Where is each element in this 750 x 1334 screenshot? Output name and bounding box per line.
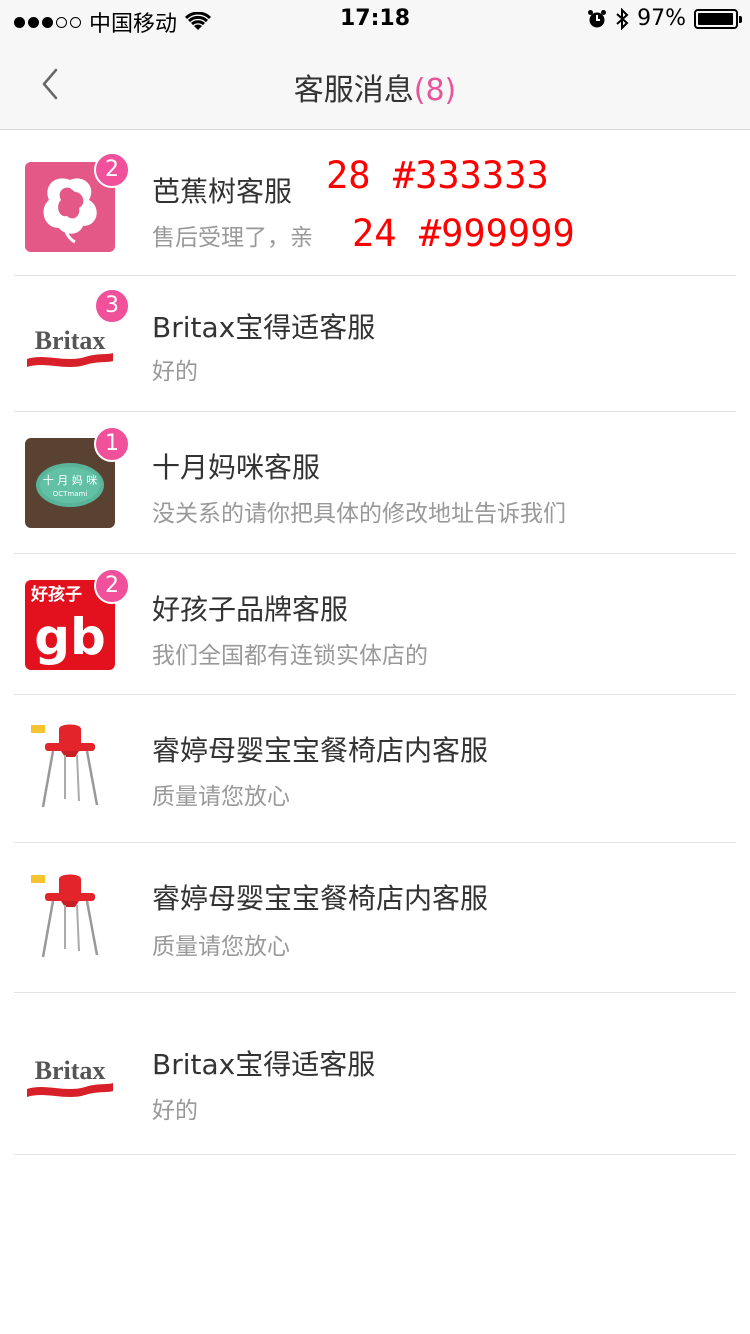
- unread-total-count: (8): [413, 73, 457, 108]
- conversation-name: 好孩子品牌客服: [152, 593, 349, 626]
- unread-badge: 2: [94, 568, 130, 604]
- conversation-preview: 质量请您放心: [152, 934, 290, 960]
- conversation-row[interactable]: 十 月 妈 咪 OCTmami 1 十月妈咪客服 没关系的请你把具体的修改地址告…: [0, 412, 750, 554]
- conversation-preview: 我们全国都有连锁实体店的: [152, 643, 428, 669]
- status-right: 97%: [587, 6, 742, 31]
- page-title-text: 客服消息: [293, 73, 414, 108]
- status-bar: 中国移动 17:18 97%: [0, 0, 750, 40]
- goodbaby-chinese: 好孩子: [30, 584, 82, 605]
- conversation-row[interactable]: Britax Britax宝得适客服 好的: [0, 993, 750, 1155]
- conversation-name: 睿婷母婴宝宝餐椅店内客服: [152, 734, 489, 767]
- high-chair-image: [25, 721, 115, 811]
- conversation-row[interactable]: 好孩子 gb 2 好孩子品牌客服 我们全国都有连锁实体店的: [0, 554, 750, 695]
- conversation-preview: 质量请您放心: [152, 784, 290, 810]
- conversation-row[interactable]: 睿婷母婴宝宝餐椅店内客服 质量请您放心: [0, 695, 750, 843]
- oct-mami-chinese: 十 月 妈 咪: [43, 473, 98, 487]
- britax-wordmark: Britax: [35, 1056, 106, 1085]
- conversation-row[interactable]: Britax 3 Britax宝得适客服 好的: [0, 276, 750, 412]
- britax-wordmark: Britax: [35, 326, 106, 355]
- conversation-preview: 好的: [152, 1098, 198, 1124]
- conversation-name: 十月妈咪客服: [152, 451, 321, 484]
- high-chair-image: [25, 871, 115, 961]
- conversation-preview: 没关系的请你把具体的修改地址告诉我们: [152, 501, 566, 527]
- font-spec-annotation-title: 28 #333333: [326, 154, 549, 197]
- conversation-row[interactable]: 2 芭蕉树客服 售后受理了，亲 28 #333333 24 #999999: [0, 130, 750, 276]
- conversation-name: 芭蕉树客服: [152, 175, 293, 208]
- battery-percent: 97%: [637, 6, 686, 31]
- unread-badge: 1: [94, 426, 130, 462]
- britax-logo: Britax: [25, 1031, 115, 1121]
- oct-mami-english: OCTmami: [53, 490, 88, 498]
- battery-level: [698, 12, 733, 25]
- alarm-icon: [588, 9, 607, 27]
- bluetooth-icon: [616, 7, 629, 30]
- unread-badge: 2: [94, 152, 130, 188]
- conversation-row[interactable]: 睿婷母婴宝宝餐椅店内客服 质量请您放心: [0, 843, 750, 993]
- conversation-preview: 好的: [152, 359, 198, 385]
- conversation-name: 睿婷母婴宝宝餐椅店内客服: [152, 882, 489, 915]
- conversation-preview: 售后受理了，亲: [152, 225, 313, 251]
- conversation-name: Britax宝得适客服: [152, 1048, 376, 1081]
- conversation-name: Britax宝得适客服: [152, 311, 376, 344]
- unread-badge: 3: [94, 288, 130, 324]
- navigation-bar: 客服消息(8): [0, 40, 750, 130]
- row-divider: [14, 1154, 736, 1155]
- page-title: 客服消息(8): [0, 65, 750, 109]
- goodbaby-wordmark: gb: [34, 608, 106, 666]
- conversation-list: 2 芭蕉树客服 售后受理了，亲 28 #333333 24 #999999 Br…: [0, 130, 750, 1155]
- battery-icon: [694, 8, 742, 29]
- font-spec-annotation-preview: 24 #999999: [352, 212, 575, 255]
